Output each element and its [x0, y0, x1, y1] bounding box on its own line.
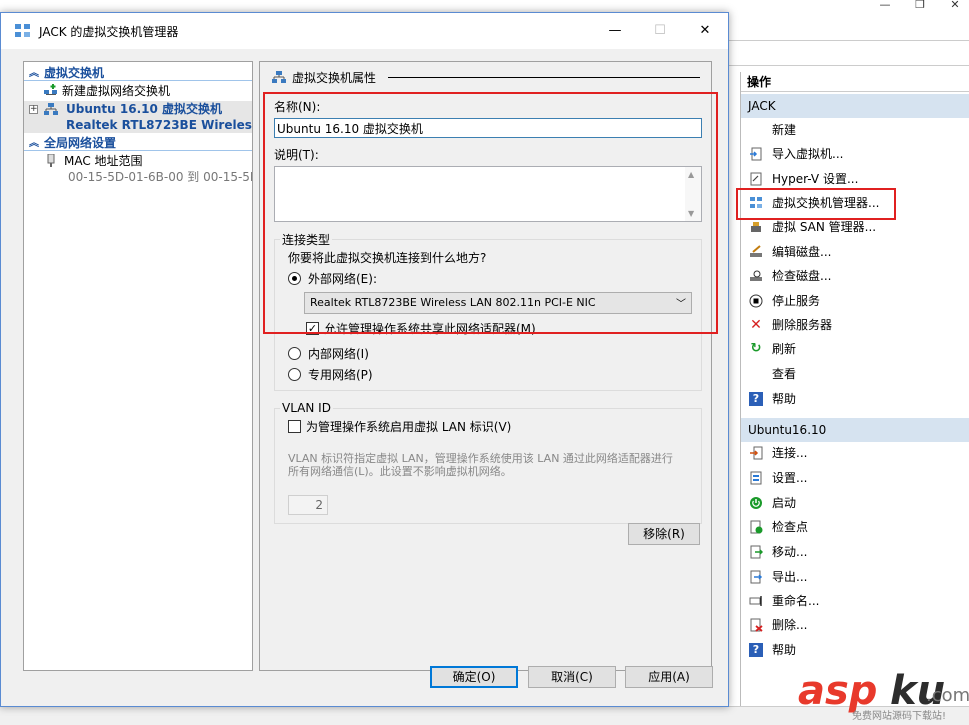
vlan-enable-checkbox[interactable]: [288, 420, 301, 433]
watermark-subtitle: 免费网站源码下载站!: [852, 711, 947, 722]
close-icon[interactable]: ✕: [935, 0, 969, 12]
action-new[interactable]: 新建: [741, 119, 969, 141]
network-switch-icon: [272, 70, 286, 87]
tree-section-virtual-switches[interactable]: ︽ 虚拟交换机: [24, 65, 252, 81]
hyperv-toolbar: [728, 40, 969, 66]
action-edit-disk[interactable]: 编辑磁盘...: [741, 241, 969, 263]
close-button[interactable]: ✕: [691, 19, 719, 43]
vlan-group-label: VLAN ID: [280, 401, 333, 415]
mac-address-icon: [44, 153, 58, 168]
tree-item-mac-range[interactable]: MAC 地址范围: [24, 153, 252, 169]
site-watermark: asp ku .com 免费网站源码下载站!: [798, 668, 969, 722]
help-icon: ?: [749, 392, 763, 406]
network-switch-icon: [44, 102, 58, 116]
action-inspect-disk[interactable]: 检查磁盘...: [741, 265, 969, 287]
power-icon: [749, 496, 763, 510]
actions-section-vm[interactable]: Ubuntu16.10: [741, 418, 969, 442]
action-hyperv-settings[interactable]: Hyper-V 设置...: [741, 168, 969, 190]
san-icon: [749, 220, 763, 234]
action-vm-settings[interactable]: 设置...: [741, 467, 969, 489]
inspect-disk-icon: [749, 269, 763, 283]
action-connect[interactable]: 连接...: [741, 442, 969, 464]
remove-button[interactable]: 移除(R): [628, 523, 700, 545]
title-divider: [388, 77, 700, 78]
help-icon: ?: [749, 643, 763, 657]
internal-network-label: 内部网络(I): [308, 347, 369, 361]
action-export[interactable]: 导出...: [741, 566, 969, 588]
checkpoint-icon: [749, 520, 763, 534]
edit-disk-icon: [749, 245, 763, 259]
action-rename[interactable]: 重命名...: [741, 590, 969, 612]
chevron-up-icon: ︽: [29, 138, 39, 149]
action-help-host[interactable]: ? 帮助: [741, 388, 969, 410]
tree-item-mac-value: 00-15-5D-01-6B-00 到 00-15-5D-0...: [68, 170, 252, 184]
action-remove-server[interactable]: ✕ 删除服务器: [741, 314, 969, 336]
dialog-title: JACK 的虚拟交换机管理器: [39, 25, 179, 39]
blank-icon: [749, 123, 763, 137]
tree-item-adapter[interactable]: Realtek RTL8723BE Wireless L...: [24, 117, 252, 133]
private-network-label: 专用网络(P): [308, 368, 373, 382]
tree-section-global-network[interactable]: ︽ 全局网络设置: [24, 135, 252, 151]
tree-item-ubuntu-switch[interactable]: + Ubuntu 16.10 虚拟交换机: [24, 101, 252, 117]
cancel-button[interactable]: 取消(C): [528, 666, 616, 688]
apply-button[interactable]: 应用(A): [625, 666, 713, 688]
private-network-radio[interactable]: [288, 368, 301, 381]
action-refresh[interactable]: ↻ 刷新: [741, 338, 969, 360]
properties-title: 虚拟交换机属性: [292, 71, 377, 85]
action-start[interactable]: 启动: [741, 492, 969, 514]
highlight-box-properties: [263, 92, 718, 334]
vlan-id-input[interactable]: 2: [288, 495, 328, 515]
delete-icon: [749, 618, 763, 632]
settings-page-icon: [749, 172, 763, 186]
blank-icon: [749, 367, 763, 381]
chevron-up-icon: ︽: [29, 68, 39, 79]
internal-network-radio[interactable]: [288, 347, 301, 360]
actions-header: 操作: [741, 72, 969, 92]
rename-icon: [749, 594, 763, 608]
action-stop-service[interactable]: 停止服务: [741, 290, 969, 312]
action-help-vm[interactable]: ? 帮助: [741, 639, 969, 661]
new-switch-icon: [44, 84, 58, 98]
ok-button[interactable]: 确定(O): [430, 666, 518, 688]
maximize-icon[interactable]: ❐: [900, 0, 940, 12]
import-icon: [749, 147, 763, 161]
dialog-titlebar: JACK 的虚拟交换机管理器 — ☐ ✕: [1, 13, 728, 49]
vm-settings-icon: [749, 471, 763, 485]
vlan-description-2: 所有网络通信(L)。此设置不影响虚拟机网络。: [288, 465, 512, 478]
minimize-icon[interactable]: —: [865, 0, 905, 12]
connect-icon: [749, 446, 763, 460]
export-icon: [749, 570, 763, 584]
action-import-vm[interactable]: 导入虚拟机...: [741, 143, 969, 165]
watermark-com: .com: [926, 685, 969, 706]
delete-x-icon: ✕: [750, 317, 762, 333]
maximize-button[interactable]: ☐: [646, 19, 674, 43]
expand-icon[interactable]: +: [29, 105, 38, 114]
action-checkpoint[interactable]: 检查点: [741, 516, 969, 538]
tree-item-new-switch[interactable]: 新建虚拟网络交换机: [24, 83, 252, 99]
action-view[interactable]: 查看: [741, 363, 969, 385]
action-move[interactable]: 移动...: [741, 541, 969, 563]
refresh-icon: ↻: [750, 341, 762, 356]
switch-manager-icon: [15, 24, 31, 38]
stop-icon: [749, 294, 763, 308]
switch-tree-panel: ︽ 虚拟交换机 新建虚拟网络交换机 + Ubuntu 16.10 虚拟交换机 R…: [23, 61, 253, 671]
actions-section-host[interactable]: JACK: [741, 94, 969, 118]
move-icon: [749, 545, 764, 559]
highlight-box-switch-manager: [736, 188, 896, 220]
vlan-enable-label: 为管理操作系统启用虚拟 LAN 标识(V): [306, 420, 512, 434]
minimize-button[interactable]: —: [601, 19, 629, 43]
action-delete[interactable]: 删除...: [741, 614, 969, 636]
actions-panel: 操作 JACK 新建 导入虚拟机... Hyper-V 设置... 虚拟交换机管…: [740, 72, 969, 706]
